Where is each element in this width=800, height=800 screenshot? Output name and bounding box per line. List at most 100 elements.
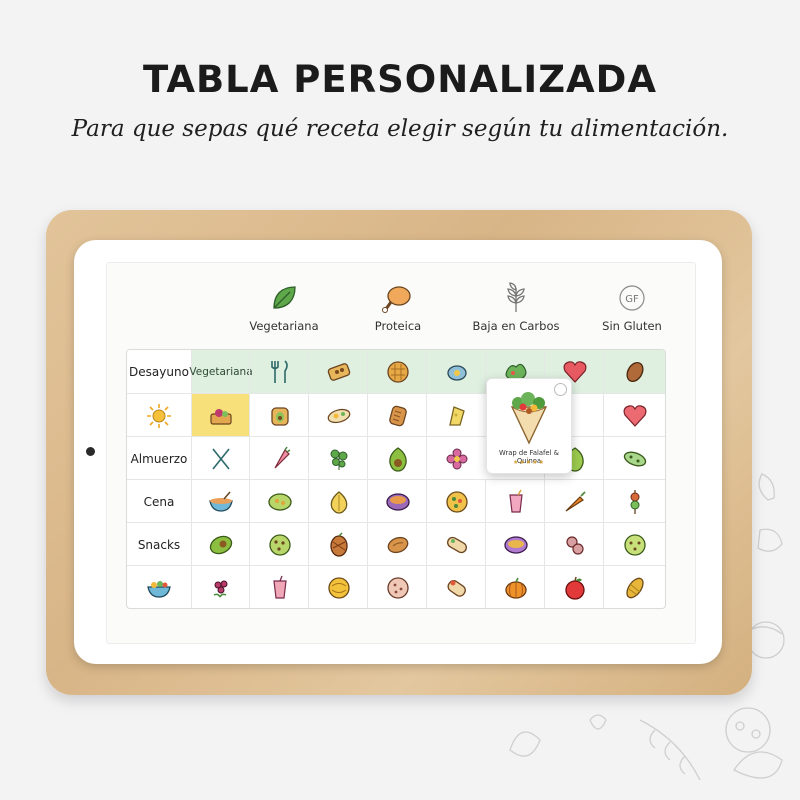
- table-cell[interactable]: [191, 523, 250, 566]
- row-label: Desayuno: [129, 364, 189, 379]
- corn-icon: [626, 577, 644, 598]
- table-cell[interactable]: [603, 394, 665, 437]
- cookie-icon: [386, 576, 409, 599]
- table-cell-highlighted[interactable]: [191, 394, 250, 437]
- berries-icon: [213, 580, 228, 597]
- egg-avocado-icon: [446, 364, 467, 381]
- close-icon[interactable]: [554, 383, 567, 396]
- leaf-icon: [273, 286, 296, 309]
- table-cell[interactable]: [603, 437, 665, 480]
- wheat-icon: [507, 282, 525, 312]
- burrito-icon: [446, 536, 467, 553]
- page-title: TABLA PERSONALIZADA: [142, 58, 658, 101]
- legend-label: Baja en Carbos: [472, 319, 560, 333]
- cucumber-icon: [623, 451, 647, 466]
- cutlery-cross-icon: [212, 448, 230, 469]
- table-cell[interactable]: [426, 566, 486, 608]
- table-cell[interactable]: [426, 523, 486, 566]
- table-cell[interactable]: [544, 566, 604, 608]
- table-cell[interactable]: [191, 480, 250, 523]
- table-cell[interactable]: [426, 437, 486, 480]
- pizza-icon: [445, 490, 468, 513]
- table-cell[interactable]: [367, 350, 427, 393]
- salad-bowl-icon: [147, 580, 171, 598]
- table-cell[interactable]: [249, 394, 309, 437]
- svg-text:GF: GF: [625, 294, 639, 305]
- table-cell[interactable]: [544, 523, 604, 566]
- recipe-table: Desayuno Vegetariana Almuerzo Cena Snack…: [126, 349, 666, 609]
- table-cell[interactable]: [249, 437, 309, 480]
- row-label-cell: [127, 394, 191, 437]
- table-cell[interactable]: Vegetariana: [189, 350, 253, 393]
- table-cell[interactable]: [191, 566, 250, 608]
- heart-icon: [623, 404, 647, 427]
- table-cell[interactable]: [249, 480, 309, 523]
- table-cell[interactable]: [426, 480, 486, 523]
- wrap-image-icon: [510, 392, 548, 445]
- table-row-desayuno: Desayuno Vegetariana: [127, 350, 665, 393]
- legend-label: Proteica: [374, 319, 422, 333]
- table-cell[interactable]: [367, 566, 427, 608]
- table-row-snacks: Snacks: [127, 522, 665, 566]
- egg-toast-icon: [327, 408, 350, 423]
- smoothie-icon: [508, 489, 523, 513]
- legend-sin-gluten[interactable]: GF Sin Gluten: [572, 282, 692, 333]
- cookie-icon: [268, 533, 291, 556]
- legend-vegetariana[interactable]: Vegetariana: [224, 282, 344, 333]
- table-row-almuerzo: Almuerzo: [127, 436, 665, 480]
- legend-label: Sin Gluten: [602, 319, 662, 333]
- almond-icon: [626, 361, 644, 382]
- table-cell[interactable]: [191, 437, 250, 480]
- table-cell[interactable]: [603, 350, 665, 393]
- apple-icon: [564, 576, 585, 600]
- leaf-doodle-icon: [509, 707, 771, 781]
- table-row-cena: Cena: [127, 479, 665, 523]
- table-cell[interactable]: [367, 437, 427, 480]
- carrot-wrap-icon: [273, 446, 290, 468]
- wrap-roll-icon: [446, 579, 466, 597]
- carrot-icon: [565, 490, 586, 512]
- table-cell[interactable]: [308, 394, 368, 437]
- table-cell[interactable]: [603, 480, 665, 523]
- table-cell[interactable]: [603, 566, 665, 608]
- row-label: Almuerzo: [130, 451, 188, 466]
- table-cell[interactable]: [426, 350, 486, 393]
- table-cell[interactable]: [426, 394, 486, 437]
- avocado-toast-small-icon: [270, 406, 289, 426]
- bread-icon: [388, 405, 407, 426]
- tomato-slices-icon: [565, 535, 584, 555]
- table-cell[interactable]: [485, 566, 545, 608]
- table-cell[interactable]: [308, 350, 368, 393]
- table-cell[interactable]: [367, 523, 427, 566]
- table-cell[interactable]: [308, 566, 368, 608]
- soup-bowl-icon: [209, 491, 233, 512]
- table-cell[interactable]: [308, 480, 368, 523]
- row-label-cell: Desayuno: [127, 350, 191, 393]
- table-cell[interactable]: [485, 480, 545, 523]
- table-cell[interactable]: [367, 480, 427, 523]
- stew-bowl-icon: [503, 535, 528, 554]
- table-cell[interactable]: [308, 523, 368, 566]
- recipe-popup-card[interactable]: Wrap de Falafel & Quinoa ★★★★★: [486, 378, 572, 474]
- table-cell[interactable]: [308, 437, 368, 480]
- flower-plate-icon: [446, 448, 467, 469]
- row-label-cell: Almuerzo: [127, 437, 191, 480]
- avocado-half-icon: [209, 535, 233, 554]
- table-cell[interactable]: [485, 523, 545, 566]
- sun-icon: [147, 403, 171, 428]
- table-cell[interactable]: [603, 523, 665, 566]
- row-label: Snacks: [137, 537, 181, 552]
- pasta-ball-icon: [327, 576, 350, 599]
- avocado-toast-icon: [210, 408, 232, 425]
- table-cell[interactable]: [249, 523, 309, 566]
- cutlery-icon: [270, 359, 288, 383]
- page-subtitle: Para que sepas qué receta elegir según t…: [71, 116, 729, 142]
- legend-baja-en-carbos[interactable]: Baja en Carbos: [456, 282, 576, 333]
- table-cell[interactable]: [367, 394, 427, 437]
- legend-proteica[interactable]: Proteica: [338, 282, 458, 333]
- table-cell[interactable]: [544, 480, 604, 523]
- table-cell[interactable]: [249, 566, 309, 608]
- waffle-icon: [386, 360, 409, 383]
- table-cell[interactable]: [249, 350, 309, 393]
- pumpkin-icon: [504, 577, 527, 599]
